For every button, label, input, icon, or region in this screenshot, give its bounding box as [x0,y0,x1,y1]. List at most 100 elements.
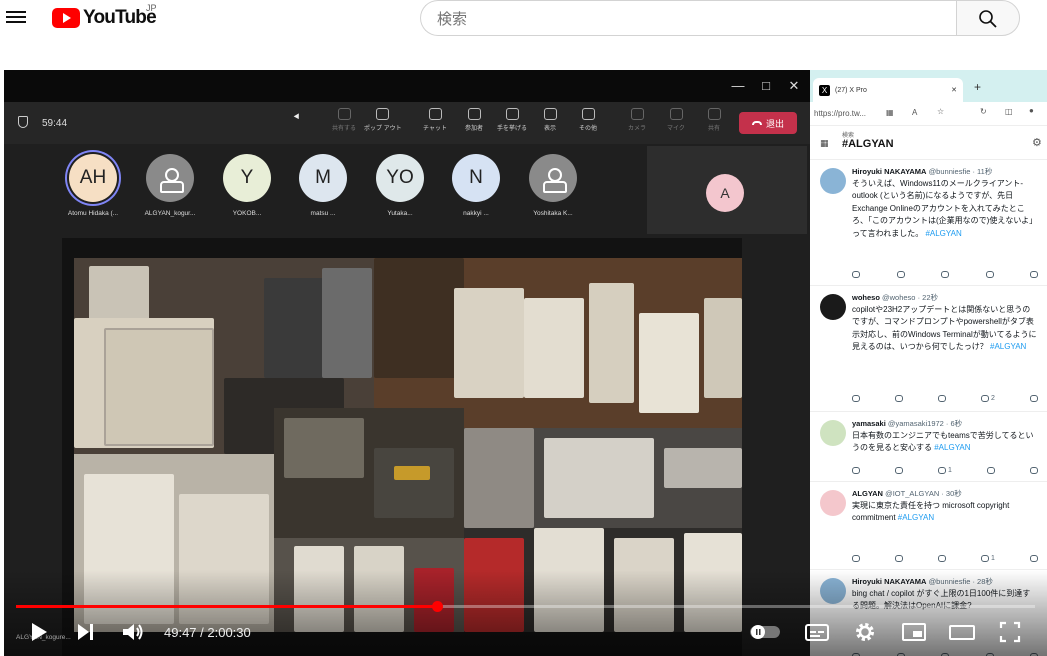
reply-action [852,552,860,564]
leave-label: 退出 [765,118,784,129]
retweet-icon [896,270,905,278]
tweet-author: woheso [852,293,880,302]
volume-icon[interactable] [120,620,146,644]
views-action [986,464,995,476]
participant-strip: AH Atomu Hidaka (... ALGYAN_kogur... Y YOKOB… [4,144,644,234]
progress-scrubber[interactable] [432,601,443,612]
tab-close-icon: ✕ [951,87,957,94]
toolbar-label: 表示 [543,126,556,132]
participant-tile: AH Atomu Hidaka (... [51,144,135,217]
participant-name: nakkyi ... [463,210,489,217]
new-tab-icon: + [974,80,982,94]
views-action: 2 [981,392,995,404]
tweet-body: copilotや23H2アップデートとは関係ないと思うのですが、コマンドプロンプ… [852,304,1037,354]
person-icon [542,166,567,193]
participants-icon [467,108,481,120]
next-icon[interactable] [74,620,96,644]
search-placeholder: 検索 [437,10,468,28]
teams-toolbar-button: 手を挙げる [494,108,530,132]
teams-titlebar: — □ ✕ [4,70,810,102]
views-icon [981,554,990,562]
tweet: woheso @woheso · 22秒 copilotや23H2アップデートとは… [810,286,1047,412]
bookmark-action [1029,464,1038,476]
tweet-meta: @IOT_ALGYAN · 30秒 [885,489,962,498]
tweet-author: yamasaki [852,419,886,428]
toolbar-label: マイク [667,126,685,132]
participant-name: Yoshitaka K... [533,210,573,217]
subtitles-icon[interactable] [804,620,830,644]
participant-avatar: YO [376,154,424,202]
participant-tile: ALGYAN_kogur... [128,144,212,217]
youtube-logo[interactable]: YouTube [52,7,157,29]
tweet-body: 日本有数のエンジニアでもteamsで苦労してるというのを見ると安心する #ALG… [852,430,1037,455]
more-icon [581,108,595,120]
address-url: https://pro.tw... [814,109,867,118]
maximize-icon: □ [762,78,770,93]
like-action [938,552,947,564]
fullscreen-icon[interactable] [998,620,1022,644]
retweet-icon [895,394,904,402]
participant-avatar: AH [69,154,117,202]
bookmark-action [1029,552,1038,564]
tweet-header: Hiroyuki NAKAYAMA @bunniesfie · 11秒 [852,166,1042,177]
theater-mode-icon[interactable] [948,620,976,644]
pop-out-icon [375,108,389,120]
views-icon [985,270,994,278]
miniplayer-icon[interactable] [901,620,927,644]
collage-tile [464,428,742,528]
teams-toolbar-button: マイク [658,108,694,132]
retweet-action [896,268,905,280]
action-count: 2 [991,394,995,402]
search-icon [979,10,997,28]
reply-icon [852,554,860,562]
like-icon [941,270,949,278]
views-action: 1 [981,552,995,564]
x-column-header: ▦ 検索 #ALGYAN ⚙ [810,126,1047,160]
leave-button: 退出 [739,112,797,134]
tweet-body: そういえば、Windows11のメールクライアント-outlook (という名前… [852,178,1037,240]
settings-gear-icon[interactable] [853,620,877,644]
action-count: 1 [948,466,952,474]
share-icon [707,108,721,120]
toolbar-label: 参加者 [464,126,483,132]
youtube-masthead: YouTube JP 検索 [0,0,1047,38]
like-icon [938,466,947,474]
toolbar-label: 手を挙げる [496,126,527,132]
views-icon [981,394,990,402]
minimize-icon: — [731,78,745,93]
tweet-avatar [820,294,846,320]
collage-tile [374,258,742,428]
toolbar-label: カメラ [627,126,646,132]
browser-tab: X (27) X Pro ✕ [813,78,963,102]
menu-icon[interactable] [6,8,26,28]
grid-icon: ▦ [820,138,829,148]
region-label: JP [146,3,157,13]
time-display: 49:47 / 2:00:30 [164,625,251,640]
play-icon[interactable] [28,620,50,644]
teams-toolbar-button: ポップ アウト [364,108,402,132]
search-button[interactable] [956,0,1020,36]
bookmark-icon [1029,466,1038,474]
view-icon [543,108,557,120]
like-icon [938,554,947,562]
search-input[interactable]: 検索 [420,0,957,36]
reply-icon [852,394,860,402]
like-action: 1 [938,464,952,476]
tweet-header: ALGYAN @IOT_ALGYAN · 30秒 [852,488,1042,499]
tab-title: (27) X Pro [835,86,867,94]
autoplay-toggle-icon[interactable] [748,620,784,644]
participant-name: YOKOB... [232,210,262,217]
participant-avatar: M [299,154,347,202]
reply-action [852,268,860,280]
video-player[interactable]: — □ ✕ 59:44 共有する ポップ アウト チャット 参加者 手を挙げる 表示 その他… [4,70,1047,656]
self-avatar: A [706,174,744,212]
tweet: Hiroyuki NAKAYAMA @bunniesfie · 11秒 そういえば… [810,160,1047,286]
teams-toolbar-button: 共有 [696,108,732,132]
participant-avatar: N [452,154,500,202]
mic-icon [669,108,683,120]
participant-tile: Yoshitaka K... [511,144,595,217]
tweet-author: Hiroyuki NAKAYAMA [852,167,927,176]
settings-icon: ⚙ [1032,137,1042,149]
tweet-avatar [820,490,846,516]
toolbar-label: その他 [578,126,597,132]
